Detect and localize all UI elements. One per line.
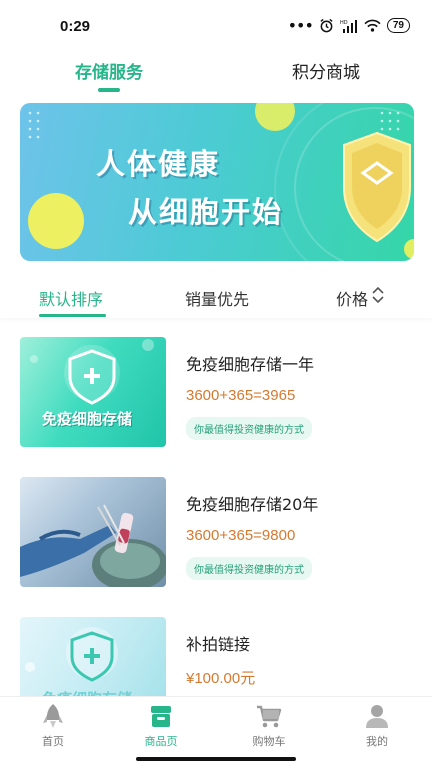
status-icons: ••• HD 79 bbox=[287, 15, 410, 35]
signal-icon: HD bbox=[340, 19, 357, 33]
product-tag: 你最值得投资健康的方式 bbox=[186, 557, 312, 580]
tab-storage-service[interactable]: 存储服务 bbox=[75, 58, 143, 83]
nav-home-label: 首页 bbox=[42, 735, 64, 748]
nav-home[interactable]: 首页 bbox=[13, 703, 93, 749]
status-time: 0:29 bbox=[60, 18, 91, 35]
sort-active-indicator bbox=[39, 314, 106, 317]
product-thumb-caption: 免疫细胞存储 bbox=[42, 410, 133, 428]
tab-points-mall[interactable]: 积分商城 bbox=[292, 58, 360, 83]
cart-icon bbox=[257, 705, 282, 728]
sort-price[interactable]: 价格 bbox=[336, 286, 368, 310]
product-price: ¥100.00元 bbox=[186, 670, 256, 687]
shield-plus-icon bbox=[30, 339, 154, 405]
banner-headline-1: 人体健康 bbox=[96, 147, 221, 181]
product-name[interactable]: 补拍链接 bbox=[186, 631, 250, 655]
product-thumbnail[interactable] bbox=[20, 477, 166, 587]
battery-indicator: 79 bbox=[386, 18, 410, 33]
nav-cart-label: 购物车 bbox=[252, 735, 286, 748]
product-card[interactable]: 免疫细胞存储20年 3600+365=9800 你最值得投资健康的方式 bbox=[20, 477, 414, 589]
nav-products[interactable]: 商品页 bbox=[121, 703, 201, 749]
nav-profile[interactable]: 我的 bbox=[337, 703, 417, 749]
banner-headline-2: 从细胞开始 bbox=[128, 195, 284, 229]
product-name[interactable]: 免疫细胞存储一年 bbox=[186, 351, 314, 375]
product-tag: 你最值得投资健康的方式 bbox=[186, 417, 312, 440]
product-card[interactable]: 免疫细胞存储 免疫细胞存储一年 3600+365=3965 你最值得投资健康的方… bbox=[20, 337, 414, 449]
sort-sales[interactable]: 销量优先 bbox=[185, 286, 249, 310]
more-dots-icon: ••• bbox=[287, 15, 314, 35]
product-thumbnail[interactable]: 免疫细胞存储 bbox=[20, 337, 166, 447]
sort-bar: 默认排序 销量优先 价格 bbox=[0, 270, 432, 318]
store-icon bbox=[151, 706, 171, 727]
nav-products-label: 商品页 bbox=[144, 735, 178, 748]
wifi-icon bbox=[364, 19, 381, 32]
product-price: 3600+365=3965 bbox=[186, 387, 296, 404]
nav-cart[interactable]: 购物车 bbox=[229, 703, 309, 749]
active-tab-indicator bbox=[98, 88, 120, 92]
nav-profile-label: 我的 bbox=[366, 735, 388, 748]
promo-banner[interactable]: 人体健康 从细胞开始 bbox=[20, 103, 414, 261]
sort-arrows-icon[interactable] bbox=[371, 286, 385, 304]
rocket-icon bbox=[43, 704, 63, 728]
user-icon bbox=[366, 705, 388, 728]
status-bar: 0:29 ••• HD 79 bbox=[0, 0, 432, 52]
svg-text:HD: HD bbox=[340, 20, 348, 26]
product-name[interactable]: 免疫细胞存储20年 bbox=[186, 491, 318, 515]
product-price: 3600+365=9800 bbox=[186, 527, 296, 544]
lab-sample-image bbox=[20, 504, 166, 587]
sort-default[interactable]: 默认排序 bbox=[39, 286, 103, 310]
top-tabs: 存储服务 积分商城 bbox=[0, 58, 432, 98]
home-indicator[interactable] bbox=[136, 757, 296, 761]
alarm-icon bbox=[320, 18, 333, 33]
